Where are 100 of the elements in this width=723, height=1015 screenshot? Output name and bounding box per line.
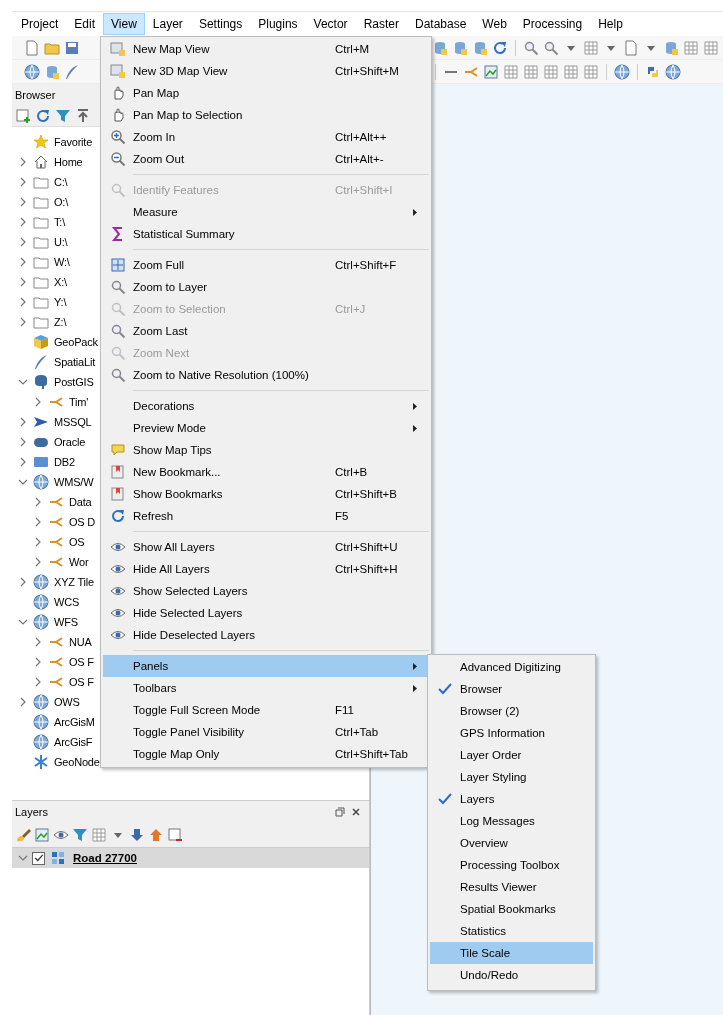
tree-item[interactable]: DB2 (18, 452, 75, 472)
save-icon[interactable] (64, 39, 80, 56)
menu-bar-item[interactable]: Database (406, 13, 475, 35)
menu-item[interactable]: Spatial Bookmarks (430, 898, 593, 920)
tree-item[interactable]: X:\ (18, 272, 67, 292)
refresh-icon[interactable] (35, 108, 51, 124)
globe-icon[interactable] (665, 63, 681, 80)
chevron-icon[interactable] (18, 176, 28, 188)
menu-item[interactable]: Panels (103, 655, 429, 677)
filter-icon[interactable] (72, 827, 88, 843)
menu-bar-item[interactable]: Processing (514, 13, 591, 35)
menu-item[interactable]: Show All Layers Ctrl+Shift+U (103, 536, 429, 558)
tree-item[interactable]: Tim' (33, 392, 89, 412)
menu-bar-item[interactable]: Plugins (250, 13, 306, 35)
document-icon[interactable] (24, 39, 40, 56)
add-icon[interactable] (15, 108, 31, 124)
menu-item[interactable]: Statistics (430, 920, 593, 942)
checkbox[interactable] (32, 851, 45, 865)
chevron-icon[interactable] (18, 156, 28, 168)
chevron-icon[interactable] (33, 536, 43, 548)
feather-icon[interactable] (64, 63, 80, 80)
menu-item[interactable]: Advanced Digitizing (430, 656, 593, 678)
menu-item[interactable]: Preview Mode (103, 417, 429, 439)
menu-item[interactable]: Refresh F5 (103, 505, 429, 527)
menu-bar-item[interactable]: Raster (355, 13, 407, 35)
database-icon[interactable] (663, 39, 679, 56)
chevron-icon[interactable] (18, 696, 28, 708)
tree-item[interactable]: WCS (18, 592, 80, 612)
menu-item[interactable]: Pan Map (103, 82, 429, 104)
menu-item[interactable]: Zoom Last (103, 320, 429, 342)
menu-bar-item[interactable]: Project (13, 13, 67, 35)
menu-item[interactable]: Layer Order (430, 744, 593, 766)
tree-item[interactable]: Home (18, 152, 83, 172)
menu-bar-item[interactable]: Web (474, 13, 515, 35)
menu-item[interactable]: Toggle Full Screen Mode F11 (103, 699, 429, 721)
menu-item[interactable]: Show Map Tips (103, 439, 429, 461)
tree-item[interactable]: WMS/W (18, 472, 94, 492)
chevron-icon[interactable] (18, 236, 28, 248)
menu-item[interactable]: Browser (430, 678, 593, 700)
menu-item[interactable]: Zoom to Native Resolution (100%) (103, 364, 429, 386)
tree-item[interactable]: Z:\ (18, 312, 67, 332)
float-icon[interactable] (335, 807, 345, 817)
tree-item[interactable]: NUA (33, 632, 92, 652)
menu-item[interactable]: Hide All Layers Ctrl+Shift+H (103, 558, 429, 580)
tree-item[interactable]: OS F (33, 652, 94, 672)
chevron-icon[interactable] (33, 496, 43, 508)
menu-bar-item[interactable]: Settings (190, 13, 251, 35)
menu-item[interactable]: Log Messages (430, 810, 593, 832)
chevron-icon[interactable] (33, 636, 43, 648)
chevron-icon[interactable] (18, 456, 28, 468)
menu-bar-item[interactable]: Vector (305, 13, 356, 35)
magnifier-icon[interactable] (523, 39, 539, 56)
menu-item[interactable]: Show Bookmarks Ctrl+Shift+B (103, 483, 429, 505)
chevron-icon[interactable] (18, 216, 28, 228)
tree-item[interactable]: GeoPack (18, 332, 98, 352)
chevron-icon[interactable] (18, 316, 28, 328)
collapse-icon[interactable] (75, 108, 91, 124)
chevron-icon[interactable] (18, 416, 28, 428)
menu-item[interactable]: Statistical Summary (103, 223, 429, 245)
tree-item[interactable]: Wor (33, 552, 89, 572)
menu-item[interactable]: Toggle Map Only Ctrl+Shift+Tab (103, 743, 429, 765)
menu-item[interactable]: Zoom to Layer (103, 276, 429, 298)
menu-item[interactable]: Tile Scale (430, 942, 593, 964)
menu-item[interactable]: Undo/Redo (430, 964, 593, 986)
menu-item[interactable]: Zoom In Ctrl+Alt++ (103, 126, 429, 148)
menu-item[interactable]: Pan Map to Selection (103, 104, 429, 126)
chevron-icon[interactable] (18, 296, 28, 308)
menu-item[interactable]: Layers (430, 788, 593, 810)
brush-icon[interactable] (15, 827, 31, 843)
tree-item[interactable]: W:\ (18, 252, 70, 272)
menu-bar-item[interactable]: Help (590, 13, 631, 35)
menu-item[interactable]: Measure (103, 201, 429, 223)
chevron-icon[interactable] (18, 276, 28, 288)
menu-item[interactable]: Hide Deselected Layers (103, 624, 429, 646)
menu-item[interactable]: Hide Selected Layers (103, 602, 429, 624)
layer-row[interactable]: Road 27700 (12, 848, 369, 868)
map-icon[interactable] (34, 827, 50, 843)
tree-item[interactable]: Oracle (18, 432, 86, 452)
menu-item[interactable]: Toggle Panel Visibility Ctrl+Tab (103, 721, 429, 743)
arrow-up-icon[interactable] (148, 827, 164, 843)
database-icon[interactable] (452, 39, 468, 56)
remove-icon[interactable] (167, 827, 183, 843)
menu-item[interactable]: New Bookmark... Ctrl+B (103, 461, 429, 483)
tree-item[interactable]: PostGIS (18, 372, 94, 392)
menu-item[interactable]: Decorations (103, 395, 429, 417)
database-icon[interactable] (44, 63, 60, 80)
chevron-icon[interactable] (18, 436, 28, 448)
menu-item[interactable]: Zoom Out Ctrl+Alt+- (103, 148, 429, 170)
tree-item[interactable]: OS F (33, 672, 94, 692)
refresh-icon[interactable] (492, 39, 508, 56)
menu-item[interactable]: Processing Toolbox (430, 854, 593, 876)
globe-icon[interactable] (24, 63, 40, 80)
chevron-icon[interactable] (18, 256, 28, 268)
database-icon[interactable] (432, 39, 448, 56)
tree-item[interactable]: XYZ Tile (18, 572, 94, 592)
menu-item[interactable]: Browser (2) (430, 700, 593, 722)
menu-item[interactable]: Overview (430, 832, 593, 854)
arrow-down-icon[interactable] (129, 827, 145, 843)
menu-item[interactable]: Toolbars (103, 677, 429, 699)
chevron-icon[interactable] (33, 676, 43, 688)
